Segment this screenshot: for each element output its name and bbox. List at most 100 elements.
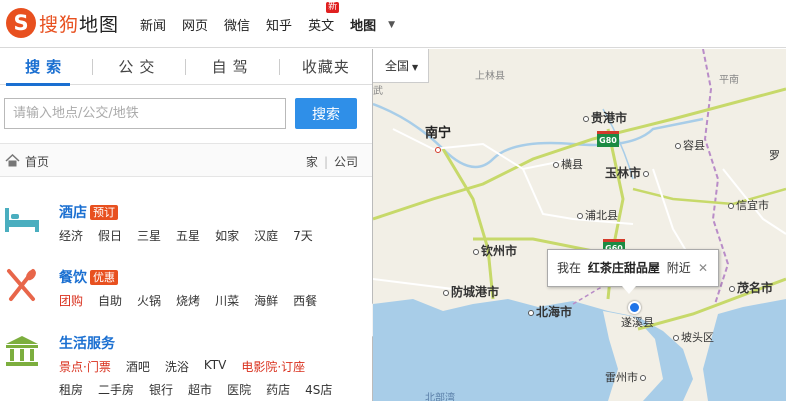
region-selector[interactable]: 全国 ▼ <box>373 49 429 83</box>
map-label: 平南 <box>719 75 739 86</box>
map-label: 钦州市 <box>473 242 517 259</box>
home-icon <box>5 154 20 167</box>
popup-suffix: 附近 <box>666 261 691 275</box>
services-link[interactable]: 超市 <box>188 381 212 398</box>
services-links-row2: 租房 二手房 银行 超市 医院 药店 4S店 <box>59 381 347 398</box>
map-canvas[interactable]: 全国 ▼ 上林县 平南 武 南宁 贵港市 G80 横县 容县 罗 玉林市 浦北县 … <box>373 49 786 401</box>
services-title[interactable]: 生活服务 <box>59 333 115 353</box>
search-row: 搜索 <box>4 98 360 129</box>
category-services: 生活服务 景点·门票 酒吧 洗浴 KTV 电影院·订座 租房 二手房 银行 超市… <box>0 333 372 401</box>
new-badge: 新 <box>326 2 340 13</box>
logo-mark: S <box>6 8 36 38</box>
search-tabs: 搜索 公交 自驾 收藏夹 <box>0 49 372 86</box>
map-label: 北海市 <box>528 303 572 320</box>
bed-icon <box>5 208 39 232</box>
location-marker[interactable] <box>628 301 641 314</box>
shortcut-links: 家 | 公司 <box>305 155 358 169</box>
home-link[interactable]: 首页 <box>25 153 49 170</box>
tab-search[interactable]: 搜索 <box>0 49 92 86</box>
category-food: 餐饮 优惠 团购 自助 火锅 烧烤 川菜 海鲜 西餐 <box>0 267 372 317</box>
food-link[interactable]: 火锅 <box>137 292 161 309</box>
breadcrumb: 首页 家 | 公司 <box>0 143 372 177</box>
map-label: 北部湾 <box>425 393 455 401</box>
search-input[interactable] <box>4 98 286 129</box>
services-link[interactable]: 洗浴 <box>165 358 189 375</box>
food-links: 团购 自助 火锅 烧烤 川菜 海鲜 西餐 <box>59 292 332 309</box>
popup-prefix: 我在 <box>557 261 582 275</box>
services-link[interactable]: 租房 <box>59 381 83 398</box>
nav-wechat[interactable]: 微信 <box>224 15 250 34</box>
hotel-link[interactable]: 如家 <box>215 227 239 244</box>
nav-news[interactable]: 新闻 <box>140 15 166 34</box>
company-shortcut[interactable]: 公司 <box>334 155 358 169</box>
location-popup: 我在 红茶庄甜品屋 附近 ✕ <box>547 249 719 294</box>
top-bar: S 搜狗地图 新闻 网页 微信 知乎 英文新 地图 ▼ <box>0 0 786 48</box>
services-link[interactable]: 酒吧 <box>126 358 150 375</box>
map-label: 雷州市 <box>605 369 648 385</box>
food-link[interactable]: 西餐 <box>293 292 317 309</box>
map-label: 坡头区 <box>673 329 714 345</box>
map-label: 罗 <box>769 149 780 162</box>
building-icon <box>6 336 38 366</box>
popup-place[interactable]: 红茶庄甜品屋 <box>588 261 660 275</box>
hotel-link[interactable]: 经济 <box>59 227 83 244</box>
highway-shield-g80: G80 <box>597 131 619 147</box>
map-label: 南宁 <box>425 126 452 141</box>
logo-text: 搜狗地图 <box>39 13 120 36</box>
map-label: 茂名市 <box>729 279 773 296</box>
map-label: 浦北县 <box>577 207 618 223</box>
discount-badge[interactable]: 优惠 <box>90 269 118 285</box>
food-link[interactable]: 烧烤 <box>176 292 200 309</box>
fork-knife-icon <box>7 269 36 301</box>
food-link[interactable]: 自助 <box>98 292 122 309</box>
more-caret-icon[interactable]: ▼ <box>388 20 395 30</box>
nav-zhihu[interactable]: 知乎 <box>266 15 292 34</box>
map-label: 武 <box>373 86 383 97</box>
food-link[interactable]: 川菜 <box>215 292 239 309</box>
hotel-link[interactable]: 汉庭 <box>254 227 278 244</box>
services-link[interactable]: 4S店 <box>305 381 332 398</box>
region-caret-icon: ▼ <box>412 63 419 72</box>
tab-favorites[interactable]: 收藏夹 <box>280 49 372 85</box>
nav-web[interactable]: 网页 <box>182 15 208 34</box>
services-links: 景点·门票 酒吧 洗浴 KTV 电影院·订座 <box>59 358 320 375</box>
tab-transit[interactable]: 公交 <box>93 49 185 85</box>
nav-map[interactable]: 地图 <box>350 15 376 34</box>
nav-english[interactable]: 英文新 <box>308 2 340 34</box>
map-label: 玉林市 <box>605 164 651 181</box>
map-label: 防城港市 <box>443 283 499 300</box>
services-link[interactable]: 医院 <box>227 381 251 398</box>
food-link[interactable]: 海鲜 <box>254 292 278 309</box>
hotel-link[interactable]: 7天 <box>293 227 313 244</box>
top-nav: 新闻 网页 微信 知乎 英文新 地图 ▼ <box>140 2 395 34</box>
food-title[interactable]: 餐饮 优惠 <box>59 267 118 287</box>
services-link[interactable]: 二手房 <box>98 381 134 398</box>
home-shortcut[interactable]: 家 <box>306 155 318 169</box>
services-link[interactable]: 药店 <box>266 381 290 398</box>
tab-drive[interactable]: 自驾 <box>186 49 278 85</box>
services-link[interactable]: 景点·门票 <box>59 358 111 375</box>
hotel-title[interactable]: 酒店 预订 <box>59 202 118 222</box>
hotel-link[interactable]: 假日 <box>98 227 122 244</box>
map-base <box>373 49 786 401</box>
food-link[interactable]: 团购 <box>59 292 83 309</box>
close-icon[interactable]: ✕ <box>698 250 708 286</box>
booking-badge[interactable]: 预订 <box>90 204 118 220</box>
services-link[interactable]: 电影院·订座 <box>241 358 305 375</box>
services-link[interactable]: 银行 <box>149 381 173 398</box>
category-hotel: 酒店 预订 经济 假日 三星 五星 如家 汉庭 7天 <box>0 202 372 252</box>
search-button[interactable]: 搜索 <box>295 98 357 129</box>
map-label: 遂溪县 <box>621 316 654 329</box>
map-label: 横县 <box>553 156 583 172</box>
hotel-links: 经济 假日 三星 五星 如家 汉庭 7天 <box>59 227 328 244</box>
map-label: 上林县 <box>475 71 505 82</box>
sogou-map-logo[interactable]: S 搜狗地图 <box>6 8 119 38</box>
hotel-link[interactable]: 三星 <box>137 227 161 244</box>
hotel-link[interactable]: 五星 <box>176 227 200 244</box>
left-panel: 搜索 公交 自驾 收藏夹 搜索 首页 家|公司 酒店预订 经济 假日 <box>0 49 372 401</box>
services-link[interactable]: KTV <box>204 358 226 375</box>
map-label: 容县 <box>675 137 705 153</box>
map-label: 信宜市 <box>728 197 769 213</box>
map-label <box>435 143 443 156</box>
map-label: 贵港市 <box>583 109 627 126</box>
